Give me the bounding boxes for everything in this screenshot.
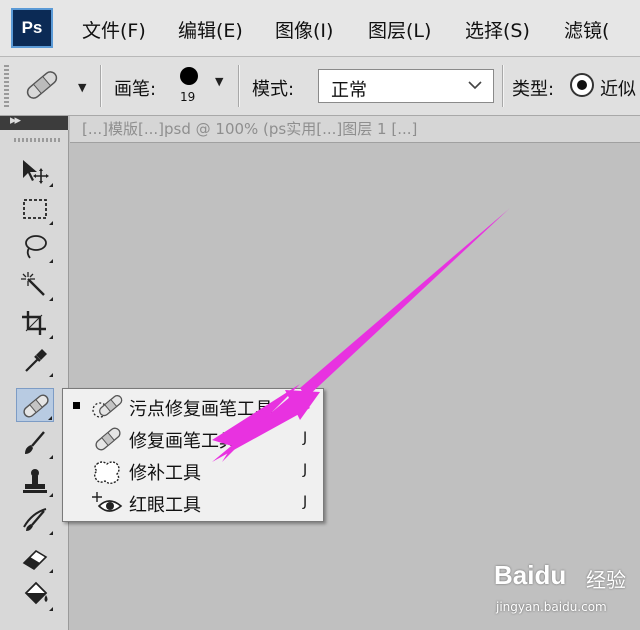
watermark-url: jingyan.baidu.com — [496, 600, 607, 614]
watermark-cn: 经验 — [586, 568, 626, 592]
baidu-watermark: Baidu 经验 jingyan.baidu.com — [494, 560, 634, 624]
pink-arrow-annotation — [212, 208, 510, 462]
watermark-logo: Baidu — [494, 560, 567, 590]
